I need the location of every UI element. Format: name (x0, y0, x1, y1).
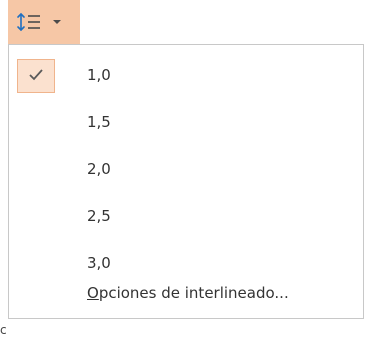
menu-item-2-5[interactable]: 2,5 (9, 194, 363, 238)
menu-item-label: 1,5 (87, 113, 111, 131)
line-spacing-menu: 1,0 1,5 2,0 2,5 3,0 Opciones de interlin… (8, 44, 364, 319)
caret-down-icon (52, 18, 62, 26)
menu-item-1-0[interactable]: 1,0 (9, 53, 363, 97)
stray-text: c (0, 323, 7, 337)
line-spacing-icon (16, 11, 50, 33)
selected-indicator (17, 59, 55, 93)
menu-item-1-5[interactable]: 1,5 (9, 100, 363, 144)
menu-item-label: 2,5 (87, 207, 111, 225)
menu-item-label: 1,0 (87, 66, 111, 84)
menu-item-label: Opciones de interlineado... (87, 284, 289, 302)
line-spacing-button[interactable] (8, 0, 80, 44)
menu-item-label: 3,0 (87, 254, 111, 272)
check-icon (28, 67, 44, 86)
menu-item-line-spacing-options[interactable]: Opciones de interlineado... (9, 271, 363, 315)
menu-item-2-0[interactable]: 2,0 (9, 147, 363, 191)
menu-item-label: 2,0 (87, 160, 111, 178)
